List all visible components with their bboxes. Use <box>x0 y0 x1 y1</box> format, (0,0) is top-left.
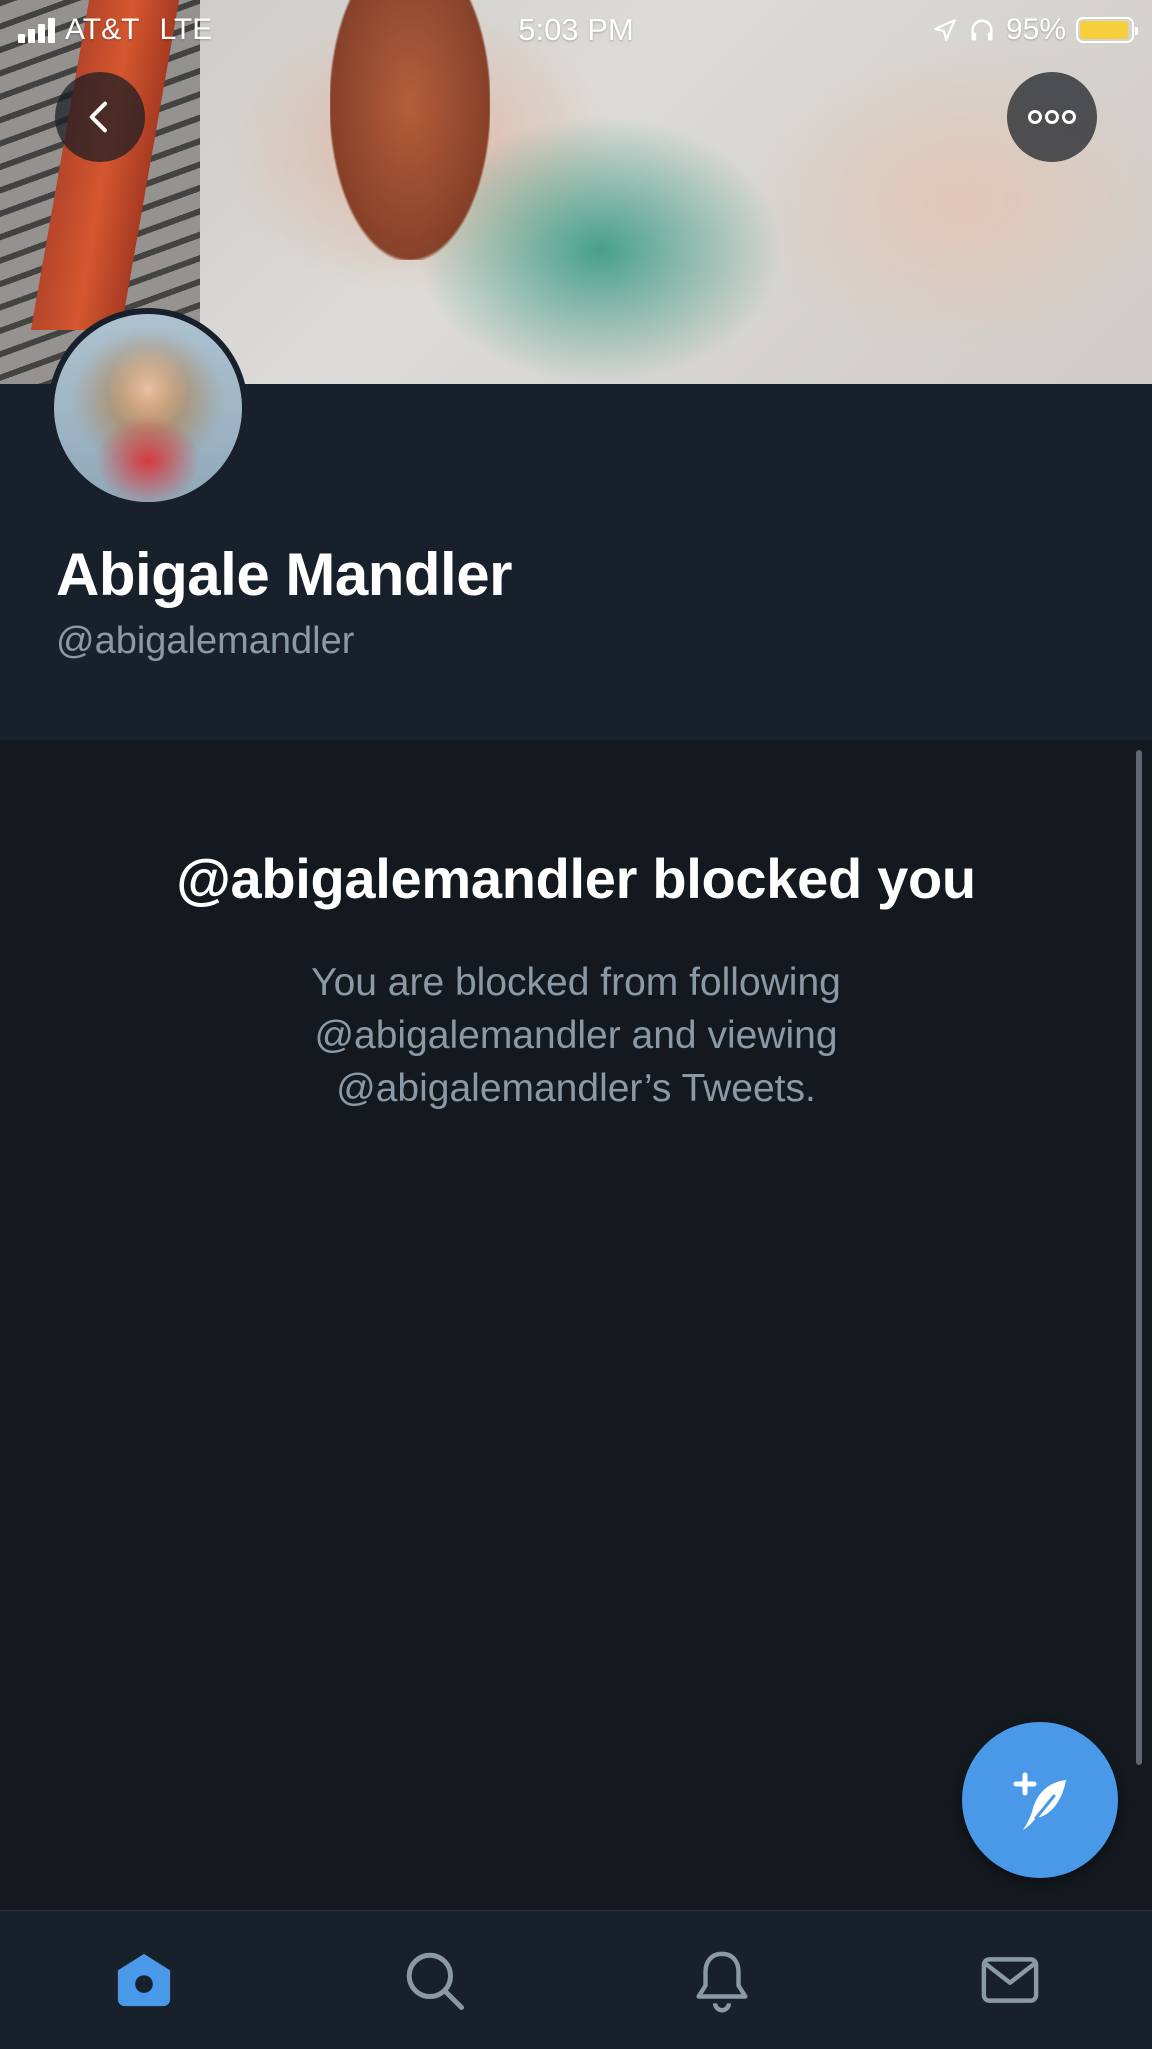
avatar[interactable] <box>48 308 248 508</box>
tab-notifications[interactable] <box>672 1911 772 2049</box>
more-options-button[interactable] <box>1007 72 1097 162</box>
search-icon <box>406 1952 464 2010</box>
battery-level <box>1080 21 1128 39</box>
blocked-message: You are blocked from following @abigalem… <box>226 956 926 1115</box>
scrollbar[interactable] <box>1136 750 1142 1765</box>
blocked-message-line: @abigalemandler’s Tweets. <box>336 1067 816 1110</box>
mail-icon <box>981 1957 1039 2003</box>
bell-icon <box>696 1951 748 2013</box>
profile-handle: @abigalemandler <box>56 620 355 662</box>
back-button[interactable] <box>55 72 145 162</box>
compose-tweet-button[interactable] <box>962 1722 1118 1878</box>
compose-feather-icon <box>1013 1772 1066 1830</box>
chevron-left-icon <box>89 101 107 133</box>
tab-messages[interactable] <box>960 1911 1060 2049</box>
avatar-image <box>54 314 242 502</box>
tab-search[interactable] <box>384 1911 484 2049</box>
clock: 5:03 PM <box>518 12 634 47</box>
blocked-message-line: You are blocked from following <box>311 961 841 1004</box>
battery-icon <box>1076 17 1138 43</box>
profile-display-name: Abigale Mandler <box>56 541 512 608</box>
bottom-tab-bar <box>0 1910 1152 2049</box>
home-icon <box>117 1953 171 2007</box>
more-dots-icon <box>1028 110 1076 124</box>
status-bar: AT&T LTE 5:03 PM 95% <box>0 0 1152 60</box>
tab-home[interactable] <box>94 1911 194 2049</box>
blocked-title: @abigalemandler blocked you <box>176 847 976 910</box>
blocked-message-line: @abigalemandler and viewing <box>314 1014 838 1057</box>
